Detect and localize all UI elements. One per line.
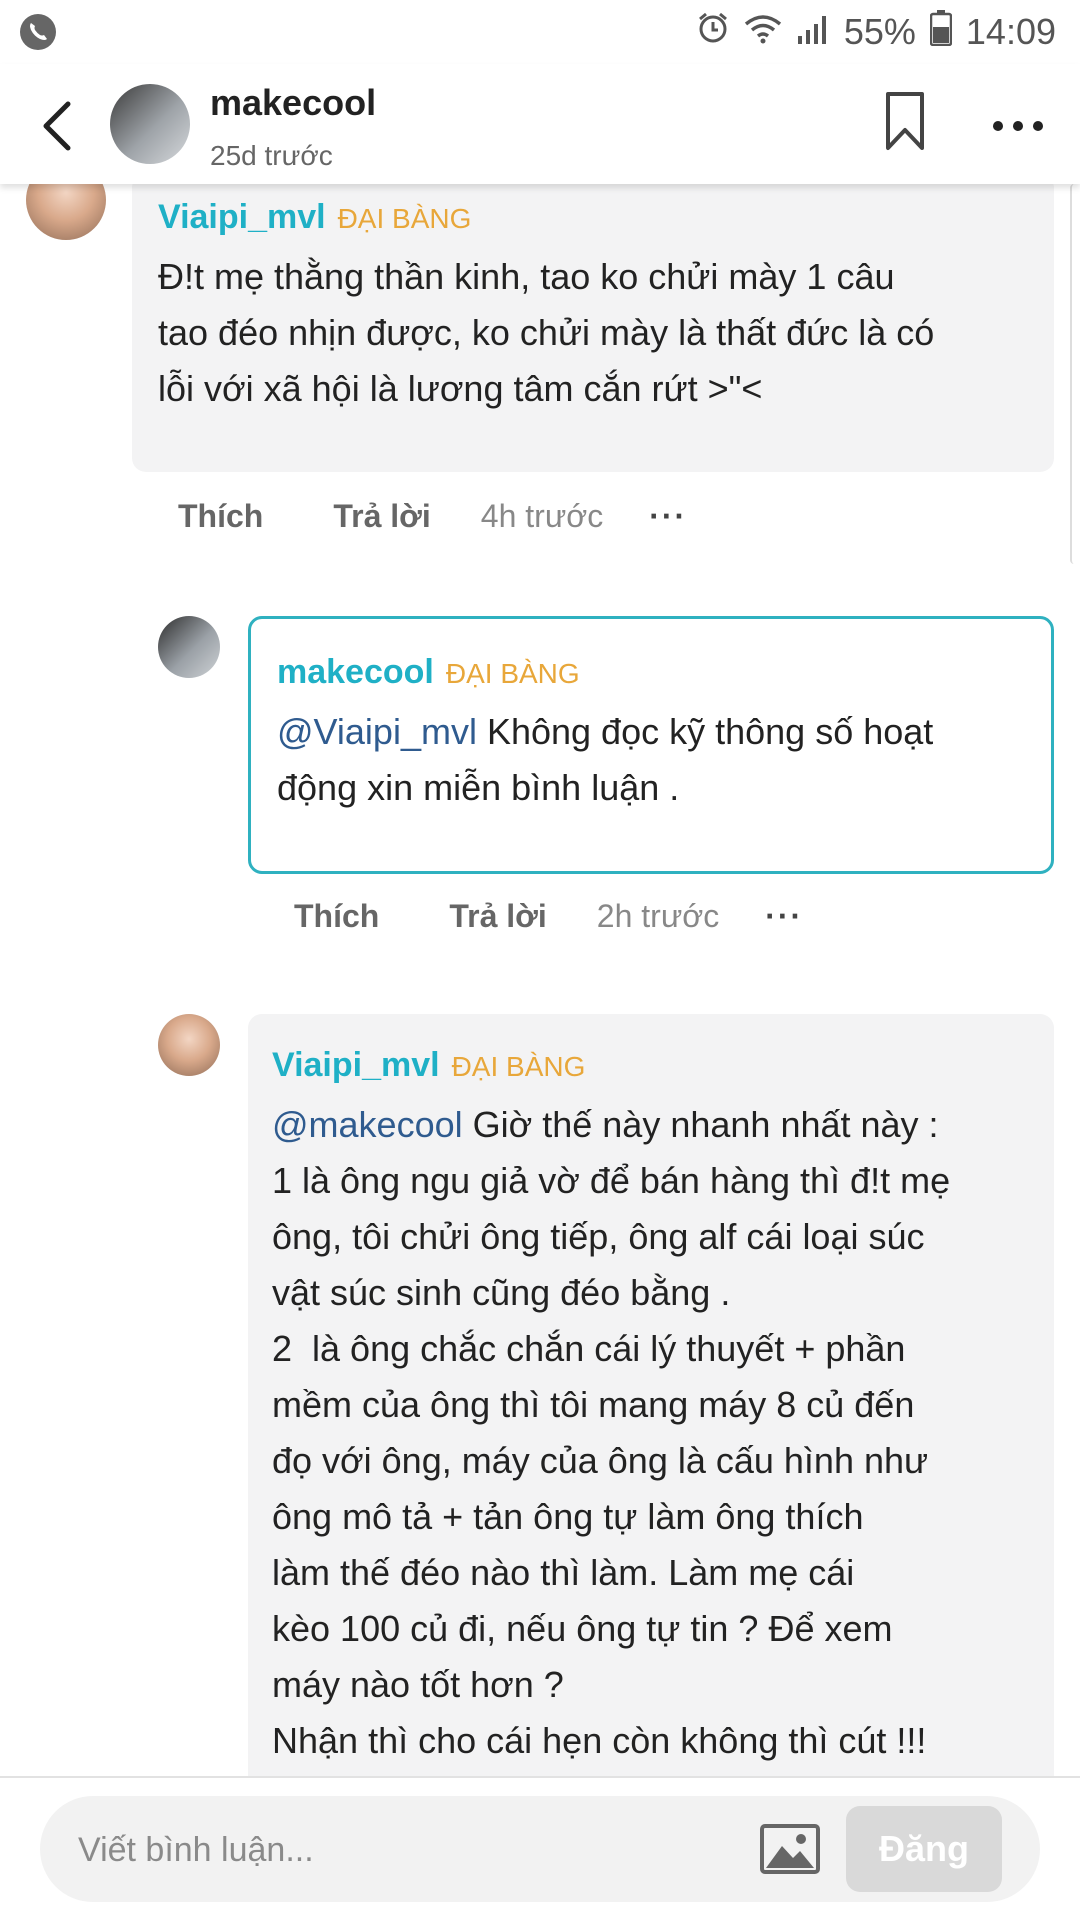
like-button[interactable]: Thích [294,898,379,935]
post-header: makecool 25d trước [0,64,1080,184]
comment-input[interactable] [76,1796,760,1904]
image-icon [760,1824,820,1874]
comment-more-button[interactable]: ··· [765,898,803,935]
user-rank-badge: ĐẠI BÀNG [337,203,472,234]
author-avatar[interactable] [110,84,190,164]
comment-time: 2h trước [596,898,720,934]
comment-bubble: Viaipi_mvl ĐẠI BÀNG Đ!t mẹ thằng thần kin… [132,184,1054,472]
bookmark-button[interactable] [880,90,930,154]
comment-more-button[interactable]: ··· [649,498,687,535]
comment-username[interactable]: makecool [277,653,434,691]
more-dots-icon [993,121,1043,131]
back-button[interactable] [30,94,90,154]
clock-time: 14:09 [965,11,1056,52]
author-name[interactable]: makecool [210,82,376,124]
like-button[interactable]: Thích [178,498,263,535]
battery-percent: 55% [843,11,916,52]
comment-text: Đ!t mẹ thằng thần kinh, tao ko chửi mày … [158,256,935,409]
comment-time: 4h trước [480,498,604,534]
comment-bubble: Viaipi_mvl ĐẠI BÀNG @makecool Giờ thế này… [248,1014,1054,1776]
avatar[interactable] [158,616,220,678]
reply-button[interactable]: Trả lời [449,898,546,935]
mention-link[interactable]: @Viaipi_mvl [277,711,477,752]
post-comment-button[interactable]: Đăng [846,1806,1002,1892]
more-options-button[interactable] [990,114,1050,138]
user-rank-badge: ĐẠI BÀNG [445,658,580,689]
comment-actions: Thích Trả lời 4h trước ··· [178,498,687,535]
mention-link[interactable]: @makecool [272,1104,463,1145]
avatar[interactable] [158,1014,220,1076]
alarm-icon [696,11,730,54]
comment-composer: Đăng [0,1776,1080,1922]
attach-image-button[interactable] [760,1824,820,1874]
avatar[interactable] [26,184,106,240]
comment-username[interactable]: Viaipi_mvl [272,1046,440,1084]
status-bar: 55% 14:09 [0,0,1080,64]
comment-bubble: makecool ĐẠI BÀNG @Viaipi_mvl Không đọc k… [248,616,1054,874]
bookmark-icon [886,92,924,150]
phone-icon [20,14,56,50]
signal-icon [796,11,830,53]
comment-username[interactable]: Viaipi_mvl [158,198,326,236]
comment-input-wrapper: Đăng [40,1796,1040,1904]
comment-thread[interactable]: Viaipi_mvl ĐẠI BÀNG Đ!t mẹ thằng thần kin… [0,184,1080,1776]
post-time: 25d trước [210,140,333,171]
scroll-indicator [1070,184,1080,564]
comment-actions: Thích Trả lời 2h trước ··· [294,898,803,935]
reply-button[interactable]: Trả lời [333,498,430,535]
wifi-icon [744,11,782,53]
battery-icon [929,9,953,55]
comment-text: Giờ thế này nhanh nhất này : 1 là ông ng… [272,1104,951,1761]
user-rank-badge: ĐẠI BÀNG [451,1051,586,1082]
back-arrow-icon [43,101,71,151]
